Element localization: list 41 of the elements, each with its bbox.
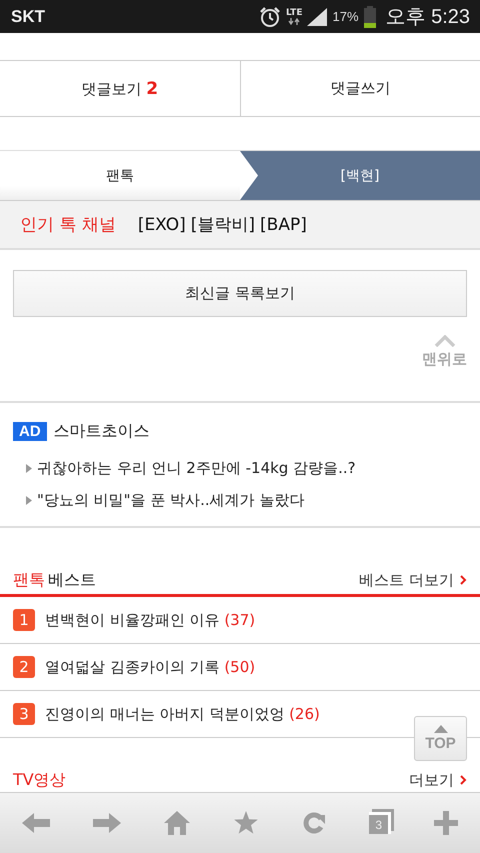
back-arrow-icon[interactable] xyxy=(22,811,50,835)
channel-link[interactable]: [BAP] xyxy=(260,214,307,234)
ad-link[interactable]: "당뇨의 비밀"을 푼 박사..세계가 놀랐다 xyxy=(37,490,304,510)
forward-arrow-icon[interactable] xyxy=(92,811,121,835)
battery-percent: 17% xyxy=(332,9,359,24)
more-link[interactable]: 더보기 xyxy=(409,770,467,790)
section-title: TV영상 xyxy=(13,770,66,790)
rank-badge: 3 xyxy=(13,703,35,725)
rank-badge: 2 xyxy=(13,656,35,678)
triangle-up-icon xyxy=(434,725,448,733)
section-title: 베스트 xyxy=(48,570,96,590)
network-type: LTE xyxy=(286,8,302,18)
refresh-icon[interactable] xyxy=(302,811,326,835)
channel-link[interactable]: [EXO] xyxy=(138,214,186,234)
star-icon[interactable] xyxy=(232,811,259,835)
ad-badge: AD xyxy=(13,422,47,441)
clock-time: 오후 5:23 xyxy=(386,5,470,30)
battery-icon xyxy=(364,6,376,28)
advertiser-name: 스마트초이스 xyxy=(54,421,150,442)
home-icon[interactable] xyxy=(164,811,190,835)
latest-list-button[interactable]: 최신글 목록보기 xyxy=(13,270,467,317)
triangle-bullet-icon xyxy=(26,496,32,504)
alarm-icon xyxy=(258,6,281,28)
triangle-bullet-icon xyxy=(26,464,32,472)
data-arrows-icon xyxy=(288,18,300,24)
carrier-name: SKT xyxy=(11,6,45,26)
rank-badge: 1 xyxy=(13,609,35,631)
section-title-accent: 팬톡 xyxy=(13,570,45,590)
signal-icon xyxy=(307,8,328,26)
best-post-item[interactable]: 1 변백현이 비율깡패인 이유 (37) xyxy=(0,597,480,644)
chevron-up-icon xyxy=(434,335,456,347)
more-link[interactable]: 베스트 더보기 xyxy=(359,570,467,590)
chevron-right-icon xyxy=(460,575,467,585)
chevron-right-icon xyxy=(460,775,467,785)
tab[interactable]: [백현] xyxy=(240,151,480,200)
channel-label: 인기 톡 채널 xyxy=(20,214,116,236)
channel-link[interactable]: [블락비] xyxy=(190,213,256,236)
best-post-item[interactable]: 2 열여덟살 김종카이의 기록 (50) xyxy=(0,644,480,691)
plus-icon[interactable] xyxy=(434,811,458,835)
ad-link[interactable]: 귀찮아하는 우리 언니 2주만에 -14kg 감량을..? xyxy=(37,458,356,478)
to-top-label: 맨위로 xyxy=(422,350,467,369)
